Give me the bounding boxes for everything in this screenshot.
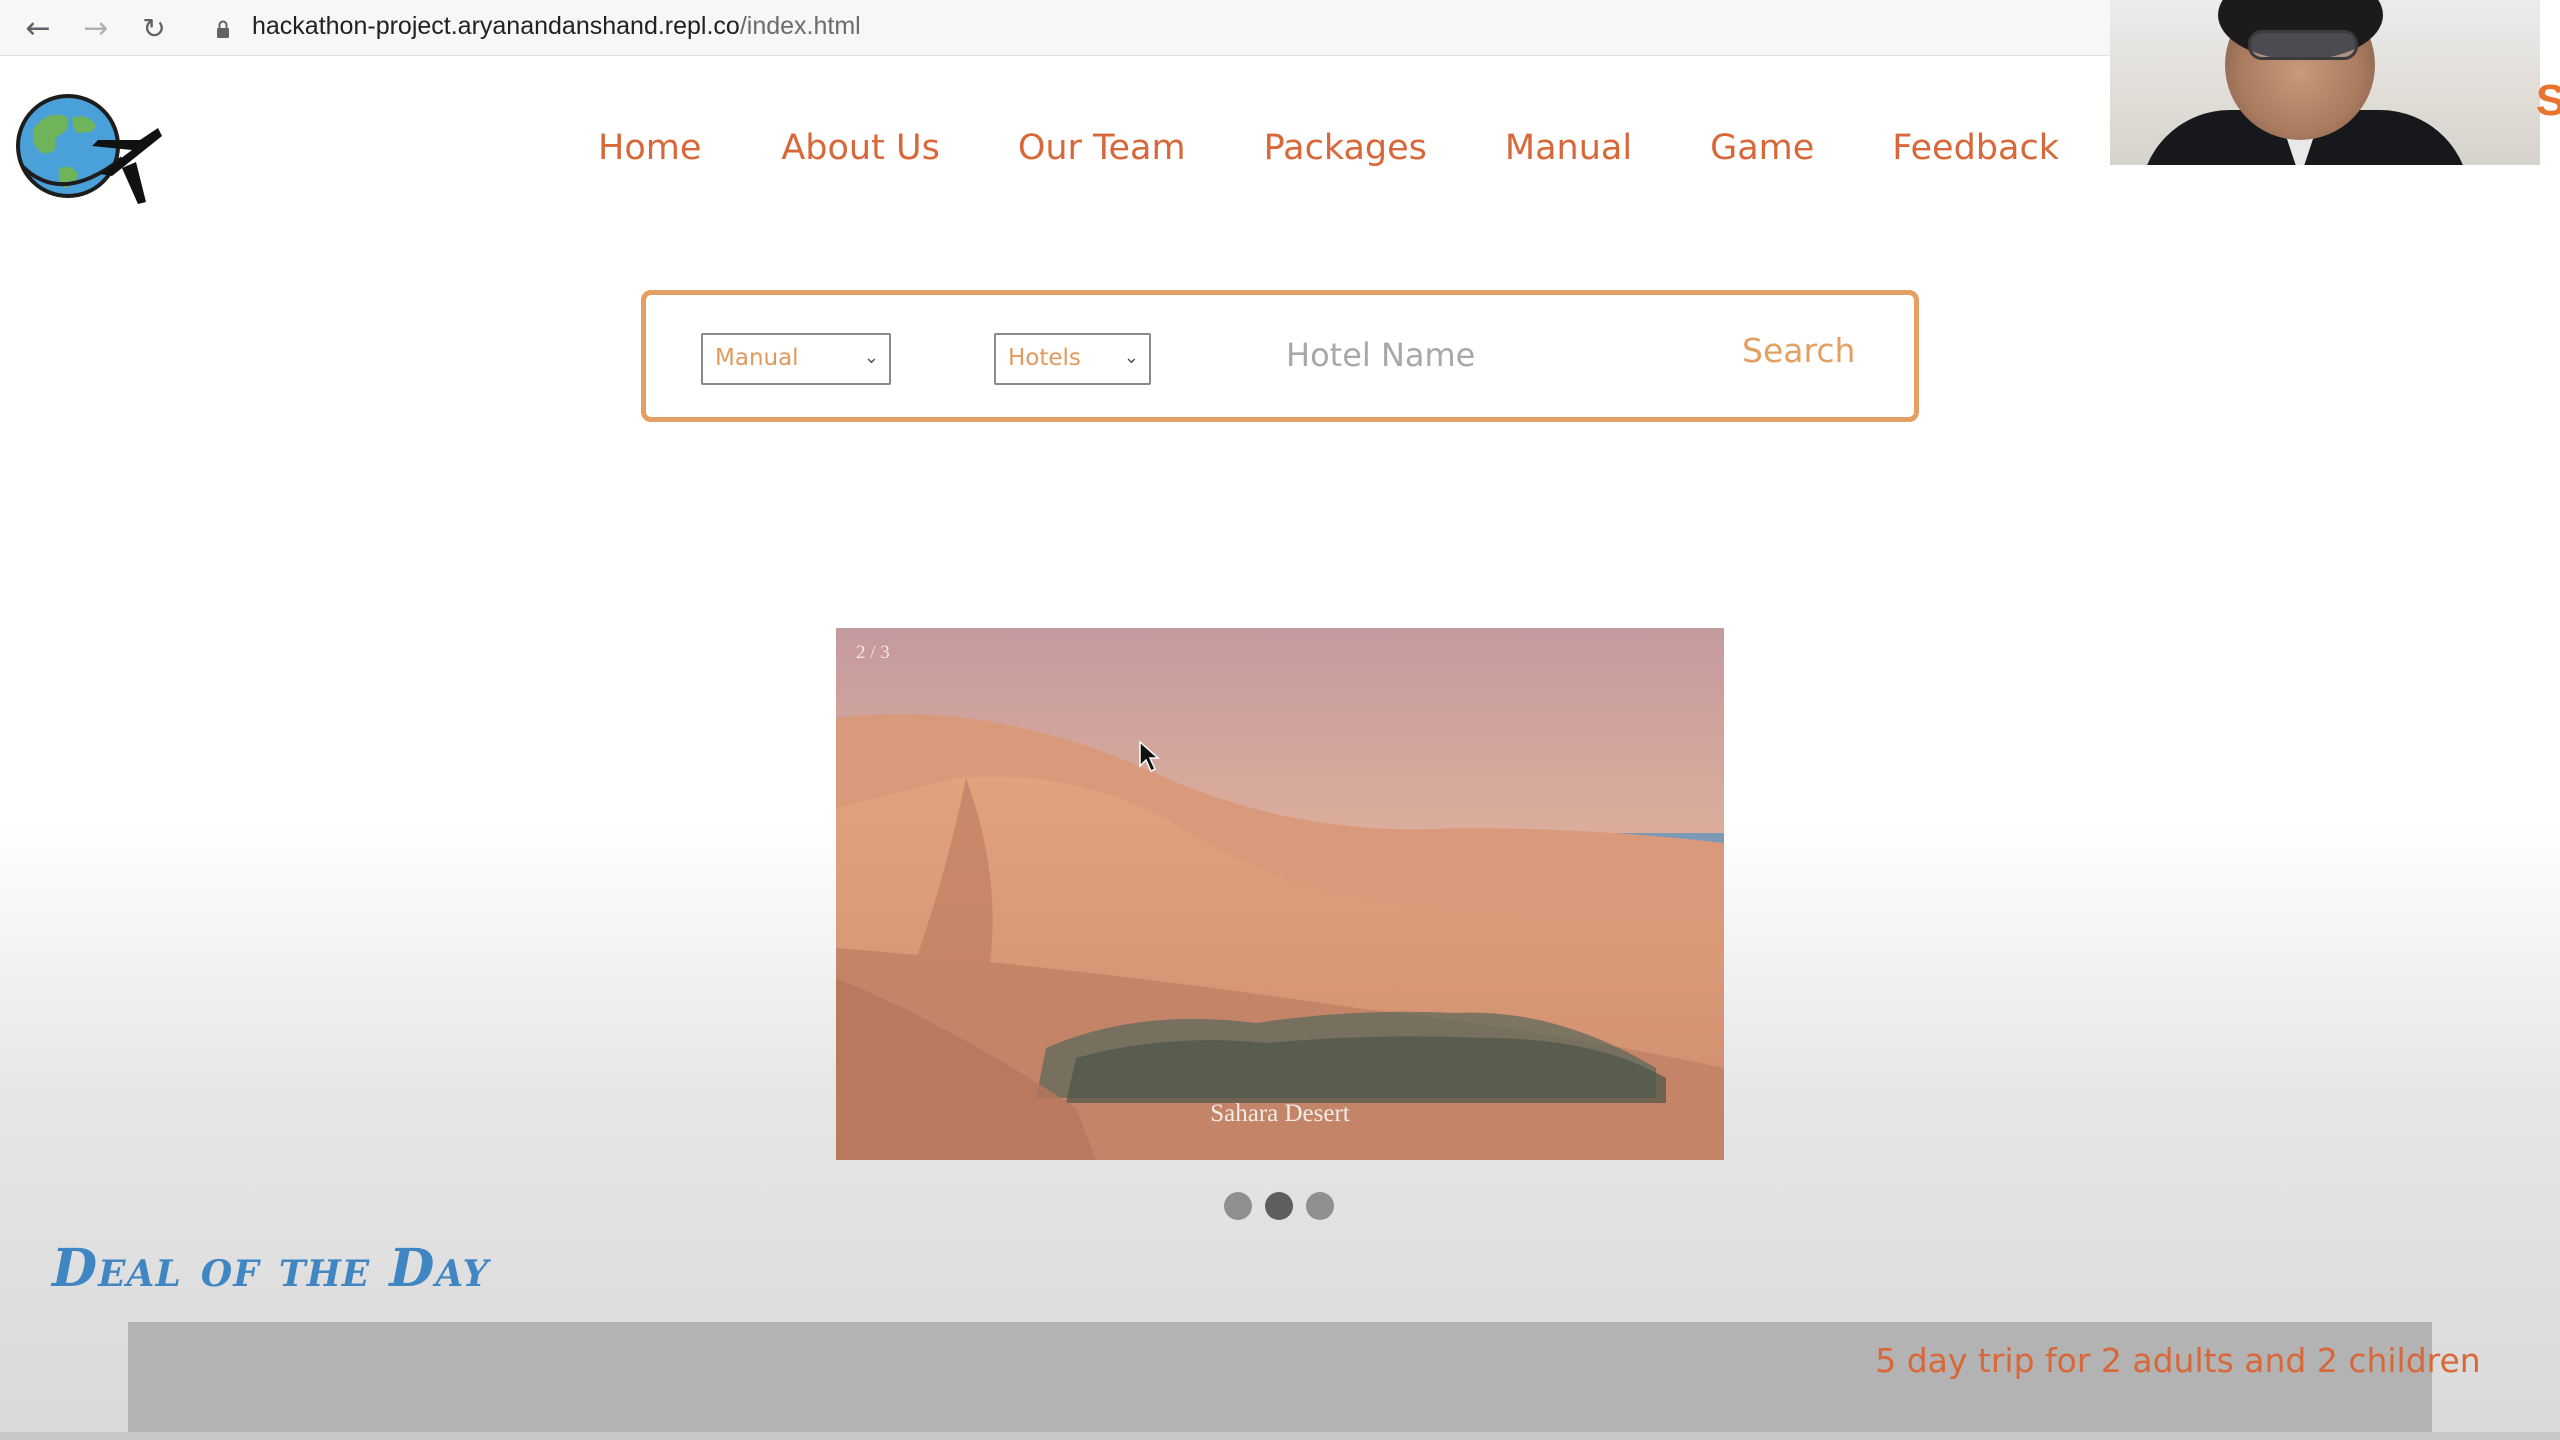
nav-packages[interactable]: Packages (1264, 128, 1427, 168)
deal-banner[interactable]: 5 day trip for 2 adults and 2 children (128, 1322, 2481, 1440)
forward-arrow-icon[interactable]: → (78, 10, 114, 46)
slideshow-dots (1224, 1192, 1334, 1220)
url-path: /index.html (739, 12, 861, 40)
slide-dot-3[interactable] (1306, 1192, 1334, 1220)
nav-home[interactable]: Home (598, 128, 701, 168)
mouse-cursor-icon (1139, 740, 1160, 773)
category-select[interactable]: Hotels ⌄ (994, 333, 1151, 385)
nav-about-us[interactable]: About Us (781, 128, 939, 168)
nav-our-team[interactable]: Our Team (1018, 128, 1186, 168)
address-bar[interactable]: hackathon-project.aryanandanshand.repl.c… (252, 12, 861, 41)
nav-manual[interactable]: Manual (1505, 128, 1632, 168)
browser-toolbar: ← → ↻ hackathon-project.aryanandanshand.… (0, 0, 2110, 56)
category-select-value: Hotels (1008, 345, 1081, 371)
slide-dot-1[interactable] (1224, 1192, 1252, 1220)
cropped-edge-letter: S (2536, 76, 2560, 125)
hotel-name-input[interactable] (1286, 325, 1646, 385)
mode-select[interactable]: Manual ⌄ (701, 333, 891, 385)
mode-select-value: Manual (715, 345, 799, 371)
url-host: hackathon-project.aryanandanshand.repl.c… (252, 12, 740, 40)
deal-description: 5 day trip for 2 adults and 2 children (1875, 1341, 2481, 1380)
sahara-desert-photo (836, 628, 1724, 1160)
hotel-search-form: Manual ⌄ Hotels ⌄ Search (641, 290, 1919, 422)
nav-game[interactable]: Game (1710, 128, 1814, 168)
chevron-down-icon: ⌄ (863, 347, 879, 368)
slide-counter: 2 / 3 (856, 642, 890, 663)
lock-icon (217, 20, 229, 38)
webcam-overlay (2110, 0, 2540, 165)
slideshow-image[interactable]: 2 / 3 Sahara Desert (836, 628, 1724, 1160)
search-button[interactable]: Search (1742, 331, 1855, 370)
nav-feedback[interactable]: Feedback (1892, 128, 2059, 168)
back-arrow-icon[interactable]: ← (20, 10, 56, 46)
reload-icon[interactable]: ↻ (136, 10, 172, 46)
deal-of-the-day-heading: Deal of the Day (52, 1238, 490, 1299)
chevron-down-icon: ⌄ (1123, 347, 1139, 368)
main-nav: Home About Us Our Team Packages Manual G… (598, 128, 2059, 168)
globe-plane-logo[interactable] (12, 88, 167, 208)
slide-caption: Sahara Desert (1210, 1100, 1350, 1127)
slide-dot-2[interactable] (1265, 1192, 1293, 1220)
bottom-strip (0, 1432, 2560, 1440)
